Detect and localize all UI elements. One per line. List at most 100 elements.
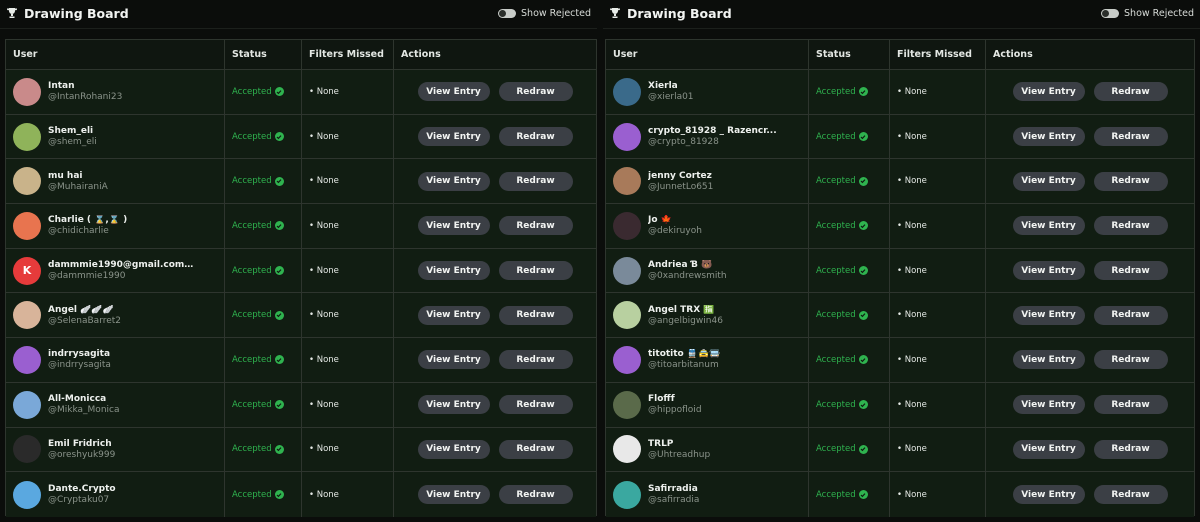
avatar[interactable]	[13, 390, 41, 419]
user-name: Dante.Crypto	[48, 484, 116, 495]
avatar[interactable]	[13, 122, 41, 151]
actions-cell: View Entry Redraw	[394, 472, 596, 517]
redraw-button[interactable]: Redraw	[1093, 485, 1168, 505]
avatar[interactable]	[13, 435, 41, 464]
redraw-button[interactable]: Redraw	[498, 439, 573, 459]
column-header-actions: Actions	[401, 49, 441, 60]
redraw-button[interactable]: Redraw	[498, 127, 573, 147]
user-handle: @Mikka_Monica	[48, 405, 120, 416]
actions-cell: View Entry Redraw	[394, 293, 596, 337]
view-entry-button[interactable]: View Entry	[1012, 439, 1085, 459]
status-cell: Accepted	[225, 159, 302, 204]
user-cell: titotito 🚆🚖🚍 @titoarbitanum	[606, 338, 809, 382]
redraw-button[interactable]: Redraw	[1093, 350, 1168, 370]
avatar[interactable]	[613, 77, 641, 106]
avatar[interactable]	[613, 122, 641, 151]
column-header-filters-missed: Filters Missed	[890, 40, 986, 69]
redraw-button[interactable]: Redraw	[1093, 395, 1168, 415]
avatar[interactable]	[613, 480, 641, 509]
user-handle: @xierla01	[648, 92, 694, 103]
avatar[interactable]	[613, 256, 641, 285]
view-entry-button[interactable]: View Entry	[1012, 261, 1085, 281]
redraw-button[interactable]: Redraw	[498, 485, 573, 505]
show-rejected-toggle[interactable]: Show Rejected	[1101, 8, 1194, 19]
check-circle-icon	[858, 444, 868, 454]
view-entry-button[interactable]: View Entry	[417, 485, 490, 505]
status-badge: Accepted	[809, 400, 868, 410]
redraw-button[interactable]: Redraw	[1093, 439, 1168, 459]
view-entry-button[interactable]: View Entry	[1012, 395, 1085, 415]
filters-missed-value: • None	[309, 399, 339, 410]
user-handle: @0xandrewsmith	[648, 271, 727, 282]
user-handle: @dekiruyoh	[648, 226, 702, 237]
redraw-button[interactable]: Redraw	[498, 171, 573, 191]
user-cell: Dante.Crypto @Cryptaku07	[6, 472, 225, 517]
view-entry-button[interactable]: View Entry	[1012, 171, 1085, 191]
redraw-button[interactable]: Redraw	[498, 350, 573, 370]
view-entry-button[interactable]: View Entry	[417, 350, 490, 370]
avatar[interactable]	[613, 167, 641, 196]
view-entry-button[interactable]: View Entry	[1012, 485, 1085, 505]
redraw-button[interactable]: Redraw	[1093, 171, 1168, 191]
avatar[interactable]	[13, 77, 41, 106]
trophy-icon	[4, 6, 20, 20]
view-entry-button[interactable]: View Entry	[417, 261, 490, 281]
redraw-button[interactable]: Redraw	[1093, 216, 1168, 236]
view-entry-button[interactable]: View Entry	[417, 439, 490, 459]
user-handle: @JunnetLo651	[648, 181, 714, 192]
table-body: Intan @IntanRohani23 Accepted • None Vie…	[6, 70, 596, 517]
avatar[interactable]	[613, 211, 641, 240]
show-rejected-toggle[interactable]: Show Rejected	[498, 8, 591, 19]
redraw-button[interactable]: Redraw	[498, 305, 573, 325]
view-entry-button[interactable]: View Entry	[417, 395, 490, 415]
redraw-button[interactable]: Redraw	[498, 82, 573, 102]
filters-missed-cell: • None	[302, 114, 394, 159]
status-badge: Accepted	[809, 132, 868, 142]
avatar[interactable]	[613, 345, 641, 374]
view-entry-button[interactable]: View Entry	[1012, 127, 1085, 147]
view-entry-button[interactable]: View Entry	[1012, 216, 1085, 236]
user-cell: Safirradia @safirradia	[606, 472, 809, 517]
status-badge: Accepted	[809, 176, 868, 186]
actions-cell: View Entry Redraw	[986, 293, 1194, 337]
filters-missed-value: • None	[309, 176, 339, 187]
status-cell: Accepted	[225, 427, 302, 472]
avatar[interactable]	[13, 345, 41, 374]
view-entry-button[interactable]: View Entry	[417, 216, 490, 236]
avatar[interactable]	[13, 211, 41, 240]
view-entry-button[interactable]: View Entry	[417, 127, 490, 147]
redraw-button[interactable]: Redraw	[1093, 261, 1168, 281]
redraw-button[interactable]: Redraw	[1093, 82, 1168, 102]
avatar[interactable]	[613, 390, 641, 419]
avatar[interactable]	[13, 167, 41, 196]
avatar[interactable]	[13, 301, 41, 330]
avatar[interactable]: K	[13, 256, 41, 285]
redraw-button[interactable]: Redraw	[498, 216, 573, 236]
filters-missed-cell: • None	[302, 293, 394, 338]
redraw-button[interactable]: Redraw	[1093, 127, 1168, 147]
toggle-switch[interactable]	[498, 8, 517, 18]
user-cell: jenny Cortez @JunnetLo651	[606, 159, 809, 204]
actions-cell: View Entry Redraw	[394, 249, 596, 293]
view-entry-button[interactable]: View Entry	[417, 305, 490, 325]
redraw-button[interactable]: Redraw	[1093, 305, 1168, 325]
view-entry-button[interactable]: View Entry	[1012, 350, 1085, 370]
redraw-button[interactable]: Redraw	[498, 261, 573, 281]
view-entry-button[interactable]: View Entry	[1012, 305, 1085, 325]
avatar[interactable]	[13, 480, 41, 509]
status-badge: Accepted	[225, 355, 284, 365]
actions-cell: View Entry Redraw	[986, 115, 1194, 159]
filters-missed-cell: • None	[302, 427, 394, 472]
view-entry-button[interactable]: View Entry	[417, 171, 490, 191]
column-header-status: Status	[809, 40, 890, 69]
avatar[interactable]	[613, 435, 641, 464]
column-header-actions: Actions	[993, 49, 1033, 60]
filters-missed-cell: • None	[302, 382, 394, 427]
view-entry-button[interactable]: View Entry	[1012, 82, 1085, 102]
avatar[interactable]	[613, 301, 641, 330]
view-entry-button[interactable]: View Entry	[417, 82, 490, 102]
column-header-status: Status	[225, 40, 302, 69]
redraw-button[interactable]: Redraw	[498, 395, 573, 415]
user-name: Intan	[48, 81, 75, 92]
toggle-switch[interactable]	[1101, 8, 1120, 18]
